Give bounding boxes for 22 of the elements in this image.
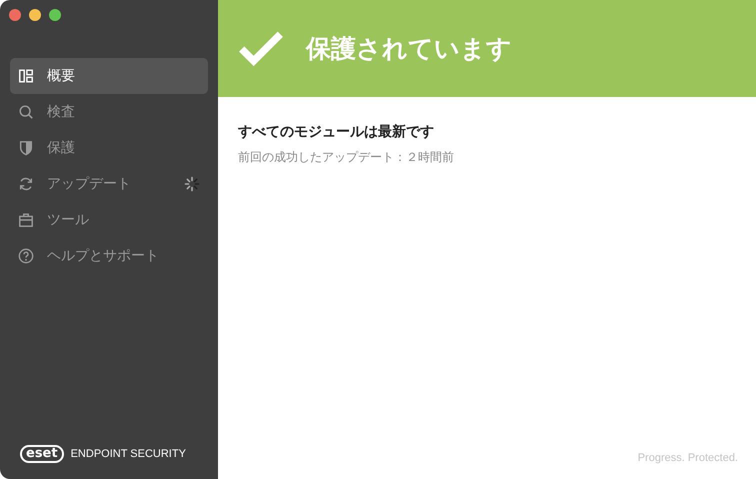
sidebar-item[interactable]: 検査 — [10, 94, 208, 130]
window-control-button[interactable] — [49, 9, 61, 21]
help-icon — [18, 248, 34, 264]
briefcase-icon — [18, 212, 34, 228]
tagline: Progress. Protected. — [638, 452, 738, 464]
search-icon — [18, 104, 34, 120]
shield-icon — [18, 140, 34, 156]
sidebar-item[interactable]: ヘルプとサポート — [10, 238, 208, 274]
module-status-heading: すべてのモジュールは最新です — [238, 123, 435, 141]
sidebar-item[interactable]: 保護 — [10, 130, 208, 166]
dashboard-icon — [18, 68, 34, 84]
sidebar-item[interactable]: 概要 — [10, 58, 208, 94]
refresh-icon — [18, 176, 34, 192]
eset-logo: eset — [20, 445, 64, 463]
status-title: 保護されています — [306, 33, 512, 65]
window-control-button[interactable] — [29, 9, 41, 21]
last-update-text: 前回の成功したアップデート：２時間前 — [238, 149, 455, 166]
window-control-button[interactable] — [9, 9, 21, 21]
checkmark-icon — [238, 30, 284, 68]
sidebar-item[interactable]: ツール — [10, 202, 208, 238]
product-name: ENDPOINT SECURITY — [70, 448, 186, 460]
sidebar-item[interactable]: アップデート — [10, 166, 208, 202]
